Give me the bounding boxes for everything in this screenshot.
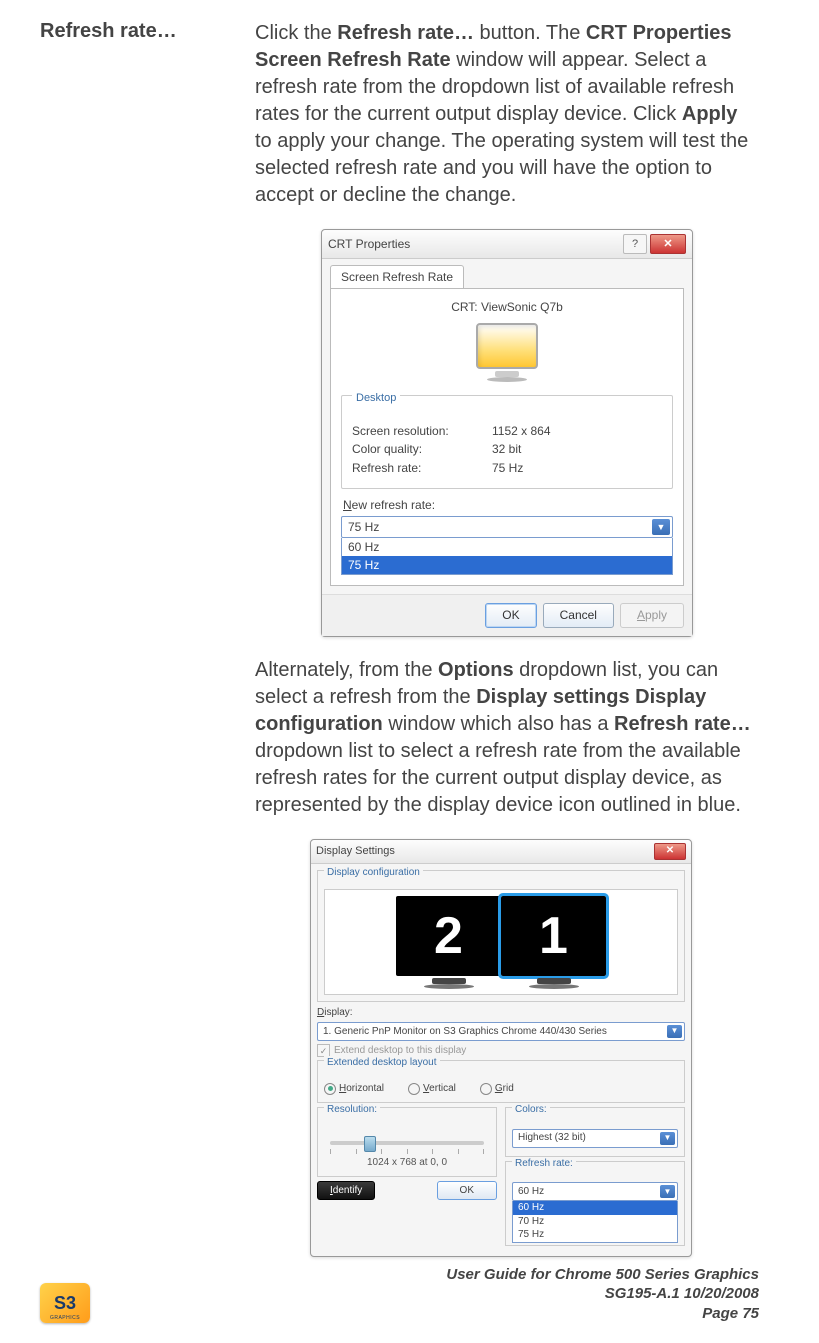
close-button[interactable]: ✕ — [650, 234, 686, 254]
monitors-row: 2 1 — [324, 889, 678, 995]
dialog-titlebar[interactable]: CRT Properties ? ✕ — [322, 230, 692, 259]
group-title: Extended desktop layout — [324, 1056, 440, 1070]
refresh-rate-dropdown-list: 60 Hz70 Hz75 Hz — [512, 1201, 678, 1243]
footer-text: User Guide for Chrome 500 Series Graphic… — [446, 1265, 759, 1324]
crt-properties-dialog: CRT Properties ? ✕ Screen Refresh Rate C… — [321, 229, 693, 637]
radio-icon — [324, 1083, 336, 1095]
dropdown-option[interactable]: 60 Hz — [342, 538, 672, 556]
display-configuration-group: Display configuration 2 1 — [317, 870, 685, 1003]
rr-val: 75 Hz — [492, 460, 523, 476]
footer-line1: User Guide for Chrome 500 Series Graphic… — [446, 1265, 759, 1285]
res-val: 1152 x 864 — [492, 423, 551, 439]
section-heading: Refresh rate… — [40, 20, 215, 1257]
ok-button[interactable]: OK — [485, 603, 536, 627]
display-dropdown[interactable]: 1. Generic PnP Monitor on S3 Graphics Ch… — [317, 1022, 685, 1041]
page-number: 75 — [742, 1305, 759, 1322]
help-button[interactable]: ? — [623, 234, 647, 254]
dropdown-option[interactable]: 75 Hz — [513, 1228, 677, 1242]
res-key: Screen resolution: — [352, 423, 492, 439]
refresh-rate-group: Refresh rate: 60 Hz ▼ 60 Hz70 Hz75 Hz — [505, 1161, 685, 1246]
radio-icon — [480, 1083, 492, 1095]
extended-layout-group: Extended desktop layout HorizontalVertic… — [317, 1060, 685, 1102]
ok-button[interactable]: OK — [437, 1181, 497, 1201]
cancel-button[interactable]: Cancel — [543, 603, 614, 627]
dialog-titlebar[interactable]: Display Settings ✕ — [311, 840, 691, 864]
refresh-rate-dropdown-list: 60 Hz75 Hz — [341, 538, 673, 575]
monitor-2-icon[interactable]: 2 — [396, 896, 501, 976]
dropdown-value: 1. Generic PnP Monitor on S3 Graphics Ch… — [323, 1025, 607, 1039]
chevron-down-icon: ▼ — [660, 1132, 675, 1145]
dropdown-option[interactable]: 75 Hz — [342, 556, 672, 574]
radio-icon — [408, 1083, 420, 1095]
apply-button[interactable]: Apply — [620, 603, 684, 627]
group-title: Desktop — [352, 391, 400, 406]
dialog-title: CRT Properties — [328, 236, 410, 252]
rr-key: Refresh rate: — [352, 460, 492, 476]
dropdown-option[interactable]: 60 Hz — [513, 1201, 677, 1215]
group-title: Refresh rate: — [512, 1157, 576, 1171]
colors-group: Colors: Highest (32 bit) ▼ — [505, 1107, 685, 1157]
group-title: Colors: — [512, 1103, 550, 1117]
cq-key: Color quality: — [352, 441, 492, 457]
desktop-groupbox: Desktop Screen resolution:1152 x 864 Col… — [341, 395, 673, 488]
radio-vertical[interactable]: Vertical — [408, 1082, 456, 1096]
radio-label: Grid — [495, 1082, 514, 1096]
colors-dropdown[interactable]: Highest (32 bit) ▼ — [512, 1129, 678, 1148]
s3-logo: S3 GRAPHICS — [40, 1283, 90, 1323]
dropdown-value: 60 Hz — [518, 1185, 544, 1199]
resolution-value: 1024 x 768 at 0, 0 — [324, 1156, 490, 1170]
crt-model-label: CRT: ViewSonic Q7b — [341, 299, 673, 315]
slider-thumb[interactable] — [364, 1136, 376, 1152]
monitor-1-icon[interactable]: 1 — [501, 896, 606, 976]
refresh-rate-dropdown[interactable]: 60 Hz ▼ — [512, 1182, 678, 1201]
page-label: Page — [702, 1305, 742, 1322]
checkbox-icon: ✓ — [317, 1044, 330, 1057]
extend-desktop-checkbox: ✓ Extend desktop to this display — [317, 1044, 466, 1058]
chevron-down-icon: ▼ — [652, 519, 670, 535]
radio-horizontal[interactable]: Horizontal — [324, 1082, 384, 1096]
chevron-down-icon: ▼ — [667, 1025, 682, 1038]
resolution-group: Resolution: 1024 x 768 at 0, 0 — [317, 1107, 497, 1177]
cq-val: 32 bit — [492, 441, 521, 457]
paragraph-2: Alternately, from the Options dropdown l… — [255, 657, 759, 819]
tab-screen-refresh-rate[interactable]: Screen Refresh Rate — [330, 265, 464, 288]
paragraph-1: Click the Refresh rate… button. The CRT … — [255, 20, 759, 209]
display-settings-dialog: Display Settings ✕ Display configuration… — [310, 839, 692, 1257]
footer-line2: SG195-A.1 10/20/2008 — [446, 1284, 759, 1304]
dropdown-value: 75 Hz — [348, 519, 379, 535]
radio-label: Vertical — [423, 1082, 456, 1096]
group-title: Resolution: — [324, 1103, 380, 1117]
resolution-slider[interactable] — [330, 1141, 484, 1145]
radio-grid[interactable]: Grid — [480, 1082, 514, 1096]
dialog-title: Display Settings — [316, 844, 395, 859]
identify-button[interactable]: Identify — [317, 1181, 375, 1201]
group-title: Display configuration — [324, 866, 423, 880]
radio-label: Horizontal — [339, 1082, 384, 1096]
close-button[interactable]: ✕ — [654, 843, 686, 860]
refresh-rate-dropdown[interactable]: 75 Hz ▼ — [341, 516, 673, 538]
display-label: Display: — [317, 1006, 685, 1020]
dropdown-value: Highest (32 bit) — [518, 1131, 586, 1145]
dropdown-option[interactable]: 70 Hz — [513, 1215, 677, 1229]
monitor-icon — [472, 323, 542, 383]
chevron-down-icon: ▼ — [660, 1185, 675, 1198]
new-refresh-label: New refresh rate: — [343, 497, 673, 513]
